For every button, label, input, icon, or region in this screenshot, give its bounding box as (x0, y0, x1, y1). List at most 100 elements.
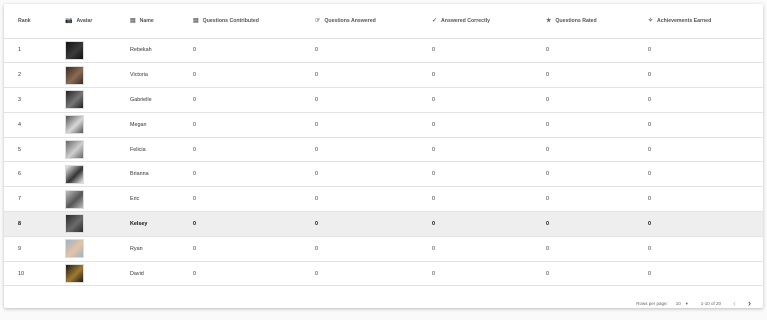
rated-cell: 0 (532, 211, 634, 237)
table-row[interactable]: 10 David 0 0 0 0 0 (4, 261, 763, 287)
pagination-range: 1-10 of 20 (700, 300, 721, 306)
col-contributed[interactable]: ▤ Questions Contributed (179, 4, 301, 39)
answered-cell: 0 (301, 236, 418, 262)
star-icon: ★ (546, 18, 552, 25)
avatar[interactable] (65, 65, 84, 85)
chevron-left-icon[interactable]: ‹ (733, 298, 736, 308)
leaderboard-table: Rank 📷 Avatar ▤ Name ▤ Questions Contribute… (4, 4, 763, 287)
rated-cell: 0 (532, 112, 634, 138)
contributed-cell: 0 (179, 62, 301, 89)
rated-cell: 0 (532, 137, 634, 163)
rank-cell: 5 (4, 137, 51, 163)
answered-cell: 0 (301, 112, 418, 138)
answered-cell: 0 (301, 87, 418, 113)
correct-cell: 0 (418, 236, 532, 262)
achievements-cell: 0 (634, 112, 763, 138)
achievements-cell: 0 (634, 211, 763, 237)
correct-cell: 0 (418, 186, 532, 213)
avatar-cell (51, 161, 116, 188)
rank-cell: 10 (4, 261, 51, 287)
avatar[interactable] (65, 90, 84, 110)
table-row[interactable]: 8 Kelsey 0 0 0 0 0 (4, 211, 763, 237)
rank-cell: 3 (4, 87, 51, 113)
correct-cell: 0 (418, 112, 532, 138)
col-achievements[interactable]: ✧ Achievements Earned (634, 4, 763, 39)
rank-cell: 8 (4, 211, 51, 237)
name-cell: Victoria (116, 62, 179, 89)
contributed-cell: 0 (179, 261, 301, 287)
avatar[interactable] (65, 40, 84, 60)
table-header-row: Rank 📷 Avatar ▤ Name ▤ Questions Contribute… (4, 4, 763, 39)
col-rated[interactable]: ★ Questions Rated (532, 4, 634, 39)
avatar-cell (51, 62, 116, 89)
contributed-cell: 0 (179, 137, 301, 163)
contributed-cell: 0 (179, 236, 301, 262)
avatar-cell (51, 112, 116, 138)
rows-per-page-label: Rows per page: (636, 300, 668, 306)
col-rank[interactable]: Rank (4, 4, 51, 39)
achievements-cell: 0 (634, 261, 763, 287)
achievements-cell: 0 (634, 236, 763, 262)
achievements-cell: 0 (634, 87, 763, 113)
avatar[interactable] (65, 189, 84, 209)
avatar[interactable] (65, 214, 84, 234)
name-cell: Megan (116, 112, 179, 138)
table-row[interactable]: 3 Gabrielle 0 0 0 0 0 (4, 87, 763, 113)
col-name[interactable]: ▤ Name (116, 4, 179, 39)
leaderboard-card: Rank 📷 Avatar ▤ Name ▤ Questions Contribute… (4, 4, 763, 308)
table-row[interactable]: 5 Felicia 0 0 0 0 0 (4, 137, 763, 163)
correct-cell: 0 (418, 137, 532, 163)
table-row[interactable]: 1 Rebekah 0 0 0 0 0 (4, 38, 763, 64)
id-card-icon: ▤ (130, 18, 136, 25)
avatar[interactable] (65, 140, 84, 160)
correct-cell: 0 (418, 62, 532, 89)
avatar[interactable] (65, 264, 84, 284)
table-row[interactable]: 9 Ryan 0 0 0 0 0 (4, 236, 763, 262)
avatar[interactable] (65, 115, 84, 135)
name-cell: Kelsey (116, 211, 179, 237)
contributed-cell: 0 (179, 211, 301, 237)
name-cell: Ryan (116, 236, 179, 262)
avatar[interactable] (65, 164, 84, 184)
avatar-cell (51, 137, 116, 163)
avatar-cell (51, 211, 116, 237)
chevron-right-icon[interactable]: › (748, 298, 751, 308)
name-cell: Brianna (116, 161, 179, 188)
table-row[interactable]: 7 Eric 0 0 0 0 0 (4, 186, 763, 213)
rank-cell: 6 (4, 161, 51, 188)
col-answered[interactable]: ☞ Questions Answered (301, 4, 418, 39)
achievements-cell: 0 (634, 137, 763, 163)
achievements-cell: 0 (634, 186, 763, 213)
col-correct[interactable]: ✓ Answered Correctly (418, 4, 532, 39)
achievements-cell: 0 (634, 161, 763, 188)
rows-per-page-select[interactable]: 10 ▼ (676, 301, 689, 306)
rated-cell: 0 (532, 38, 634, 64)
contributed-cell: 0 (179, 38, 301, 64)
table-row[interactable]: 6 Brianna 0 0 0 0 0 (4, 161, 763, 188)
avatar-cell (51, 38, 116, 64)
correct-cell: 0 (418, 261, 532, 287)
document-icon: ▤ (193, 18, 199, 25)
answered-cell: 0 (301, 211, 418, 237)
rated-cell: 0 (532, 161, 634, 188)
hand-point-icon: ☞ (315, 18, 321, 25)
col-avatar[interactable]: 📷 Avatar (51, 4, 116, 39)
avatar[interactable] (65, 239, 84, 259)
correct-cell: 0 (418, 38, 532, 64)
rated-cell: 0 (532, 186, 634, 213)
rated-cell: 0 (532, 236, 634, 262)
table-row[interactable]: 2 Victoria 0 0 0 0 0 (4, 62, 763, 89)
rows-per-page-value: 10 (675, 300, 681, 306)
caret-down-icon: ▼ (684, 300, 689, 306)
answered-cell: 0 (301, 62, 418, 89)
name-cell: Gabrielle (116, 87, 179, 113)
contributed-cell: 0 (179, 161, 301, 188)
correct-cell: 0 (418, 87, 532, 113)
rated-cell: 0 (532, 62, 634, 89)
correct-cell: 0 (418, 211, 532, 237)
avatar-cell (51, 87, 116, 113)
correct-cell: 0 (418, 161, 532, 188)
avatar-cell (51, 261, 116, 287)
table-row[interactable]: 4 Megan 0 0 0 0 0 (4, 112, 763, 138)
camera-icon: 📷 (65, 18, 73, 25)
